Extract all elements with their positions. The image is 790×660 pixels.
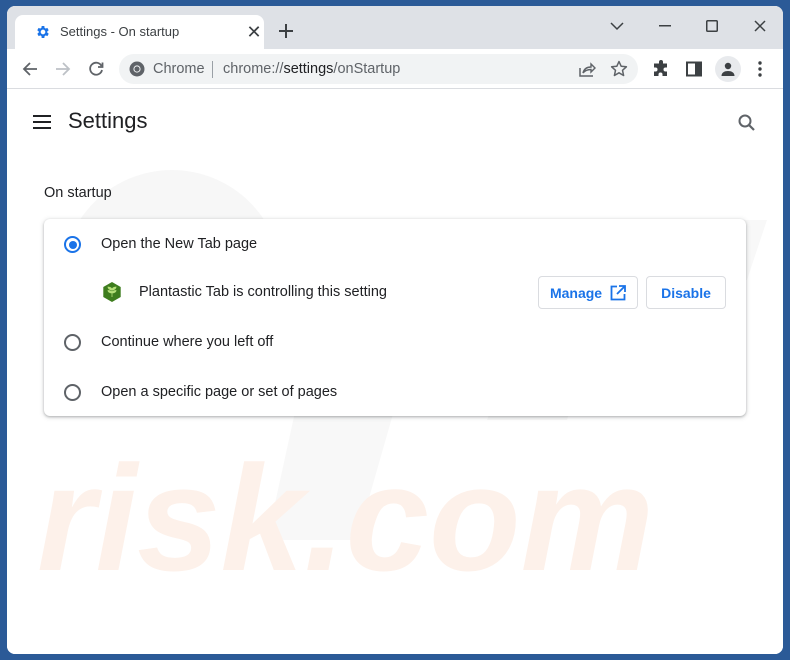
startup-option-new-tab[interactable]: Open the New Tab page bbox=[44, 220, 746, 268]
back-icon[interactable] bbox=[20, 59, 40, 79]
toolbar: Chrome chrome://settings/onStartup bbox=[7, 49, 783, 89]
reload-icon[interactable] bbox=[86, 59, 106, 79]
browser-window: Settings - On startup ✕ Chrome chrome://… bbox=[7, 6, 783, 654]
option-label: Open a specific page or set of pages bbox=[101, 384, 338, 400]
option-label: Continue where you left off bbox=[101, 334, 274, 350]
tab-title: Settings - On startup bbox=[60, 24, 180, 39]
hamburger-menu-icon[interactable] bbox=[33, 114, 53, 130]
url-path: /onStartup bbox=[333, 61, 401, 77]
startup-options-card: Open the New Tab page Plantastic Tab is … bbox=[44, 219, 746, 416]
radio-continue[interactable] bbox=[64, 334, 81, 351]
svg-text:risk.com: risk.com bbox=[37, 434, 654, 602]
manage-label: Manage bbox=[549, 284, 603, 301]
tab-strip: Settings - On startup ✕ bbox=[7, 6, 783, 49]
omnibox-divider bbox=[212, 61, 213, 78]
bookmark-star-icon[interactable] bbox=[609, 59, 629, 79]
site-chip: Chrome bbox=[153, 61, 205, 77]
forward-icon[interactable] bbox=[53, 59, 73, 79]
extensions-icon[interactable] bbox=[651, 59, 671, 79]
plantastic-extension-icon bbox=[103, 282, 121, 302]
gear-icon bbox=[37, 26, 49, 38]
disable-label: Disable bbox=[661, 284, 711, 301]
profile-icon[interactable] bbox=[715, 56, 741, 82]
url-prefix: chrome:// bbox=[223, 61, 284, 77]
tab-settings[interactable]: Settings - On startup ✕ bbox=[15, 15, 264, 49]
manage-extension-button[interactable]: Manage bbox=[538, 276, 638, 309]
new-tab-icon[interactable] bbox=[276, 21, 296, 41]
open-in-new-icon bbox=[610, 284, 626, 300]
startup-option-specific-pages[interactable]: Open a specific page or set of pages bbox=[44, 368, 746, 416]
radio-new-tab[interactable] bbox=[64, 236, 81, 253]
url-text[interactable]: chrome://settings/onStartup bbox=[223, 61, 400, 77]
minimize-icon[interactable] bbox=[650, 14, 680, 38]
extension-control-notice: Plantastic Tab is controlling this setti… bbox=[44, 267, 746, 319]
option-label: Open the New Tab page bbox=[101, 236, 258, 252]
settings-page: risk.com Settings On startup Open the Ne… bbox=[7, 90, 783, 654]
startup-option-continue[interactable]: Continue where you left off bbox=[44, 318, 746, 366]
section-title: On startup bbox=[44, 185, 112, 201]
disable-extension-button[interactable]: Disable bbox=[646, 276, 726, 309]
share-icon[interactable] bbox=[577, 59, 597, 79]
radio-specific-pages[interactable] bbox=[64, 384, 81, 401]
close-window-icon[interactable] bbox=[745, 14, 775, 38]
tab-close-icon[interactable]: ✕ bbox=[246, 22, 262, 42]
tab-search-icon[interactable] bbox=[602, 14, 632, 38]
more-menu-icon[interactable] bbox=[750, 59, 770, 79]
chrome-icon bbox=[129, 61, 145, 77]
maximize-icon[interactable] bbox=[697, 14, 727, 38]
page-title: Settings bbox=[68, 108, 148, 133]
address-bar[interactable]: Chrome chrome://settings/onStartup bbox=[119, 54, 638, 84]
url-host: settings bbox=[283, 61, 334, 77]
extension-notice-text: Plantastic Tab is controlling this setti… bbox=[139, 284, 387, 300]
side-panel-icon[interactable] bbox=[684, 59, 704, 79]
search-icon[interactable] bbox=[737, 113, 757, 133]
